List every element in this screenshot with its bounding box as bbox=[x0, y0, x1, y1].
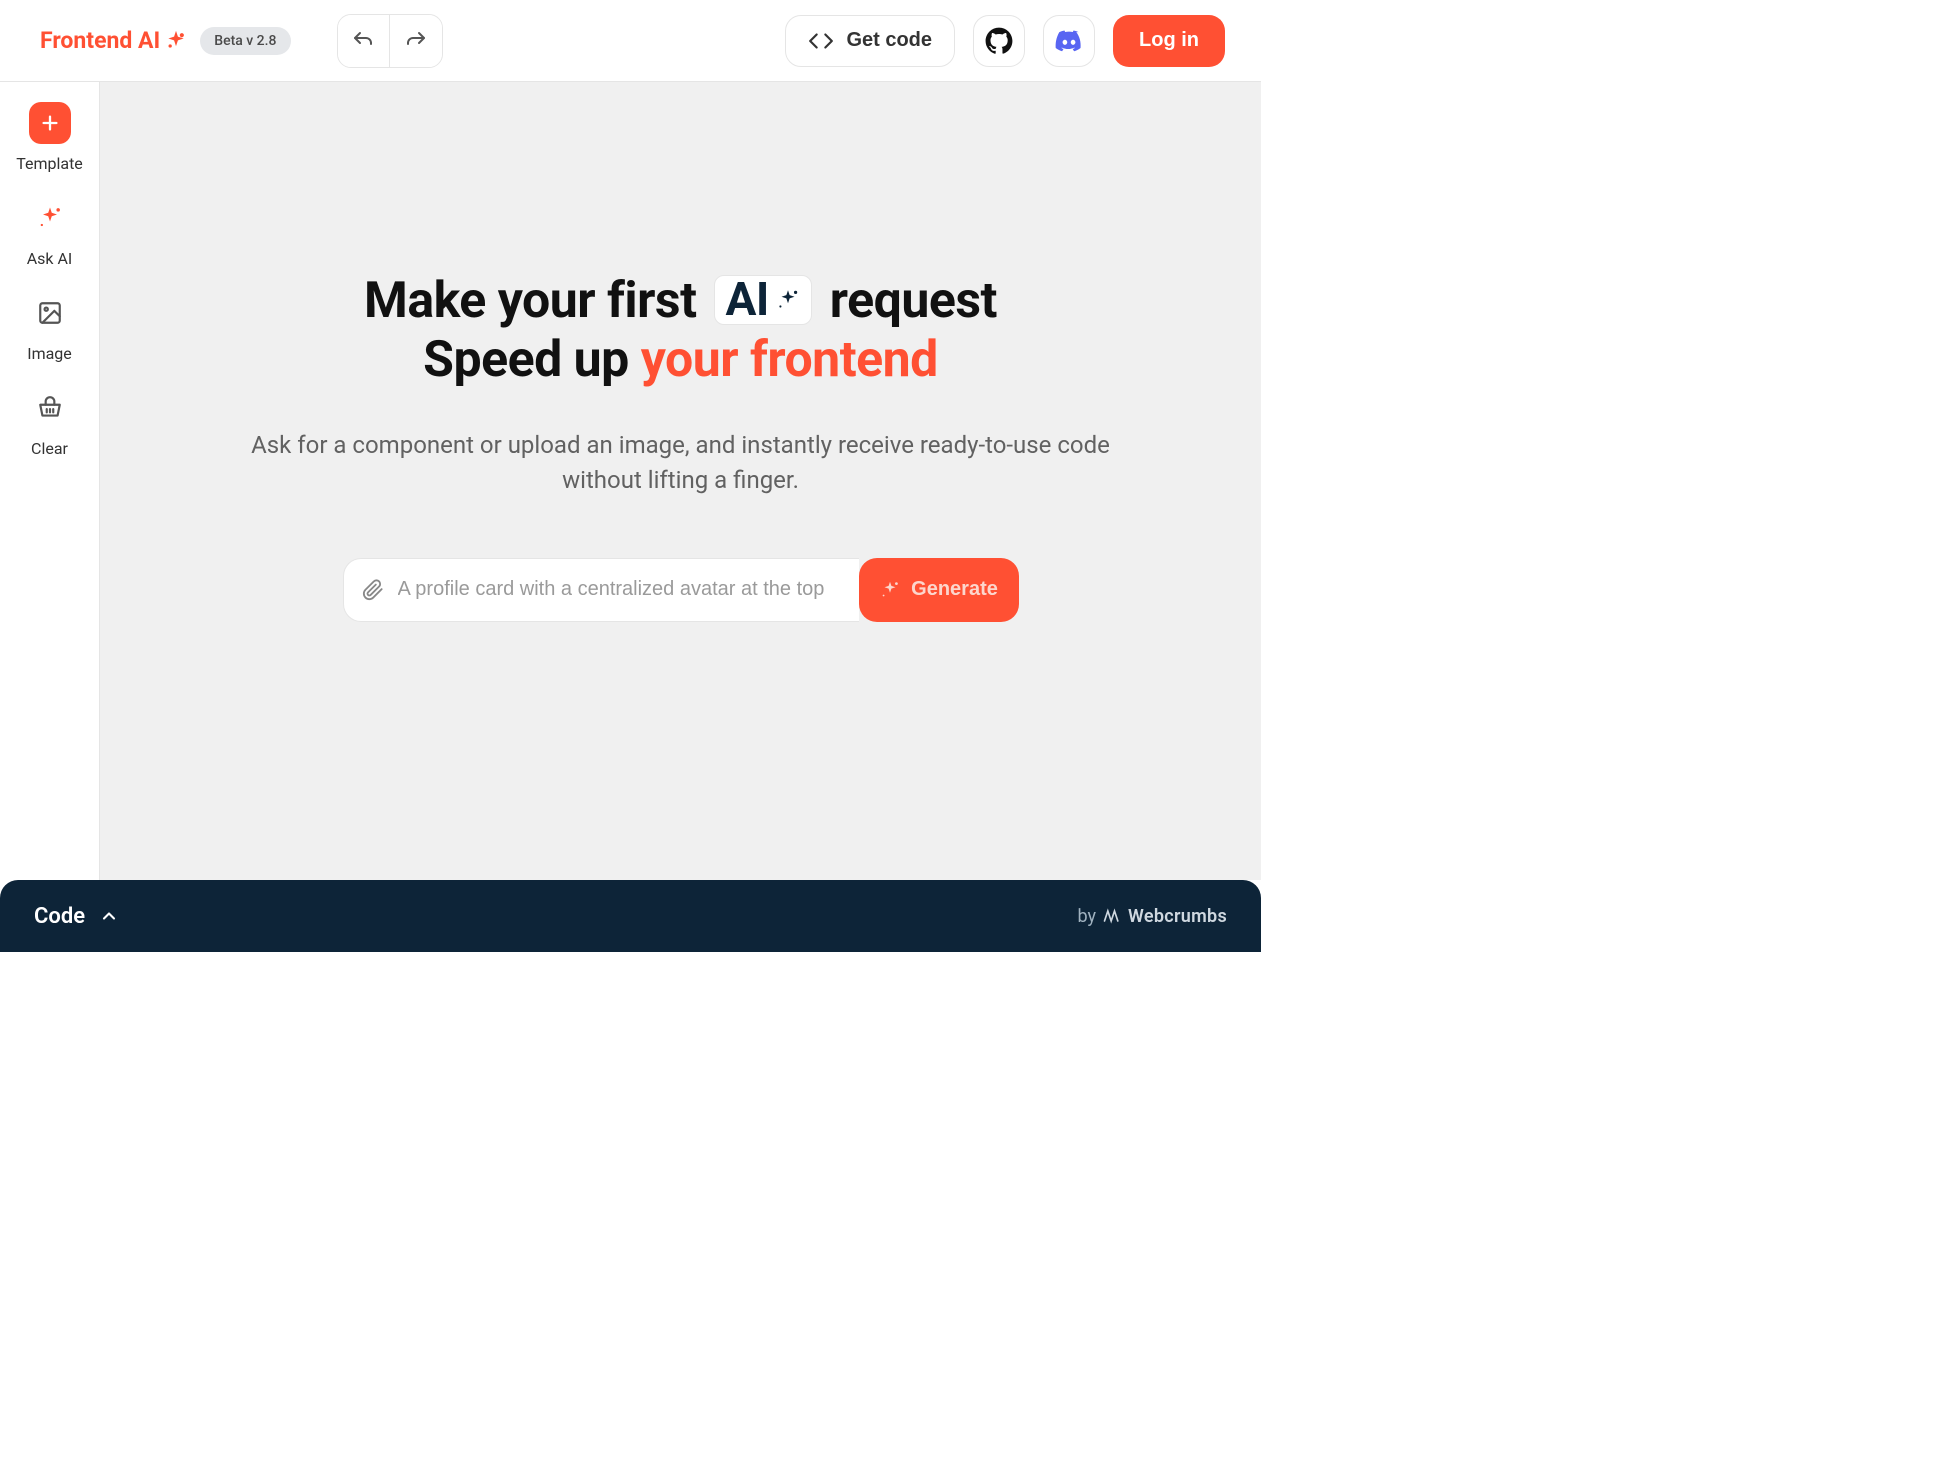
main-canvas: Make your first AI request Speed up your… bbox=[100, 82, 1261, 880]
hero-line1-pre: Make your first bbox=[364, 272, 697, 330]
redo-icon bbox=[404, 29, 428, 53]
plus-icon bbox=[29, 102, 71, 144]
beta-badge: Beta v 2.8 bbox=[200, 27, 290, 55]
discord-button[interactable] bbox=[1043, 15, 1095, 67]
login-button[interactable]: Log in bbox=[1113, 15, 1225, 67]
generate-button[interactable]: Generate bbox=[859, 558, 1019, 622]
sidebar-item-template[interactable]: Template bbox=[0, 102, 99, 173]
github-icon bbox=[985, 27, 1013, 55]
hero-subtitle: Ask for a component or upload an image, … bbox=[231, 428, 1131, 498]
generate-label: Generate bbox=[911, 578, 998, 601]
sidebar-item-image[interactable]: Image bbox=[0, 292, 99, 363]
prompt-row: Generate bbox=[343, 558, 1019, 622]
undo-button[interactable] bbox=[338, 15, 390, 67]
header-right: Get code Log in bbox=[785, 15, 1225, 67]
sidebar-item-askai[interactable]: Ask AI bbox=[0, 197, 99, 268]
ai-chip: AI bbox=[714, 275, 811, 325]
hero-line2-pre: Speed up bbox=[423, 331, 629, 389]
sidebar-item-label: Image bbox=[27, 344, 72, 363]
sparkle-icon bbox=[775, 287, 801, 313]
prompt-input-wrap[interactable] bbox=[343, 558, 859, 622]
hero-line1-post: request bbox=[830, 272, 997, 330]
brand-credit: by Webcrumbs bbox=[1078, 906, 1228, 927]
bottom-bar: Code by Webcrumbs bbox=[0, 880, 1261, 952]
code-label: Code bbox=[34, 904, 85, 929]
brand-logo-icon bbox=[1102, 906, 1122, 926]
image-icon bbox=[29, 292, 71, 334]
sidebar: Template Ask AI Image bbox=[0, 82, 100, 880]
sparkle-icon bbox=[166, 31, 186, 51]
redo-button[interactable] bbox=[390, 15, 442, 67]
get-code-button[interactable]: Get code bbox=[785, 15, 955, 67]
paperclip-icon[interactable] bbox=[362, 579, 384, 601]
undo-icon bbox=[351, 29, 375, 53]
brand-name: Webcrumbs bbox=[1128, 906, 1227, 927]
basket-icon bbox=[29, 387, 71, 429]
sparkle-icon bbox=[29, 197, 71, 239]
chevron-up-icon bbox=[99, 906, 119, 926]
github-button[interactable] bbox=[973, 15, 1025, 67]
code-icon bbox=[808, 28, 834, 54]
logo[interactable]: Frontend AI bbox=[40, 27, 186, 54]
by-text: by bbox=[1078, 906, 1097, 927]
logo-text: Frontend AI bbox=[40, 27, 160, 54]
hero-line2-accent: your frontend bbox=[641, 331, 938, 389]
sidebar-item-label: Template bbox=[16, 154, 83, 173]
prompt-input[interactable] bbox=[398, 578, 841, 601]
get-code-label: Get code bbox=[846, 29, 932, 52]
sidebar-item-label: Clear bbox=[31, 439, 68, 458]
sidebar-item-label: Ask AI bbox=[27, 249, 73, 268]
hero-title: Make your first AI request Speed up your… bbox=[231, 272, 1131, 390]
sidebar-item-clear[interactable]: Clear bbox=[0, 387, 99, 458]
sparkle-icon bbox=[879, 579, 901, 601]
hero: Make your first AI request Speed up your… bbox=[231, 272, 1131, 498]
discord-icon bbox=[1055, 27, 1083, 55]
ai-chip-text: AI bbox=[725, 277, 768, 323]
header: Frontend AI Beta v 2.8 bbox=[0, 0, 1261, 82]
code-toggle[interactable]: Code bbox=[34, 904, 119, 929]
undo-redo-group bbox=[337, 14, 443, 68]
